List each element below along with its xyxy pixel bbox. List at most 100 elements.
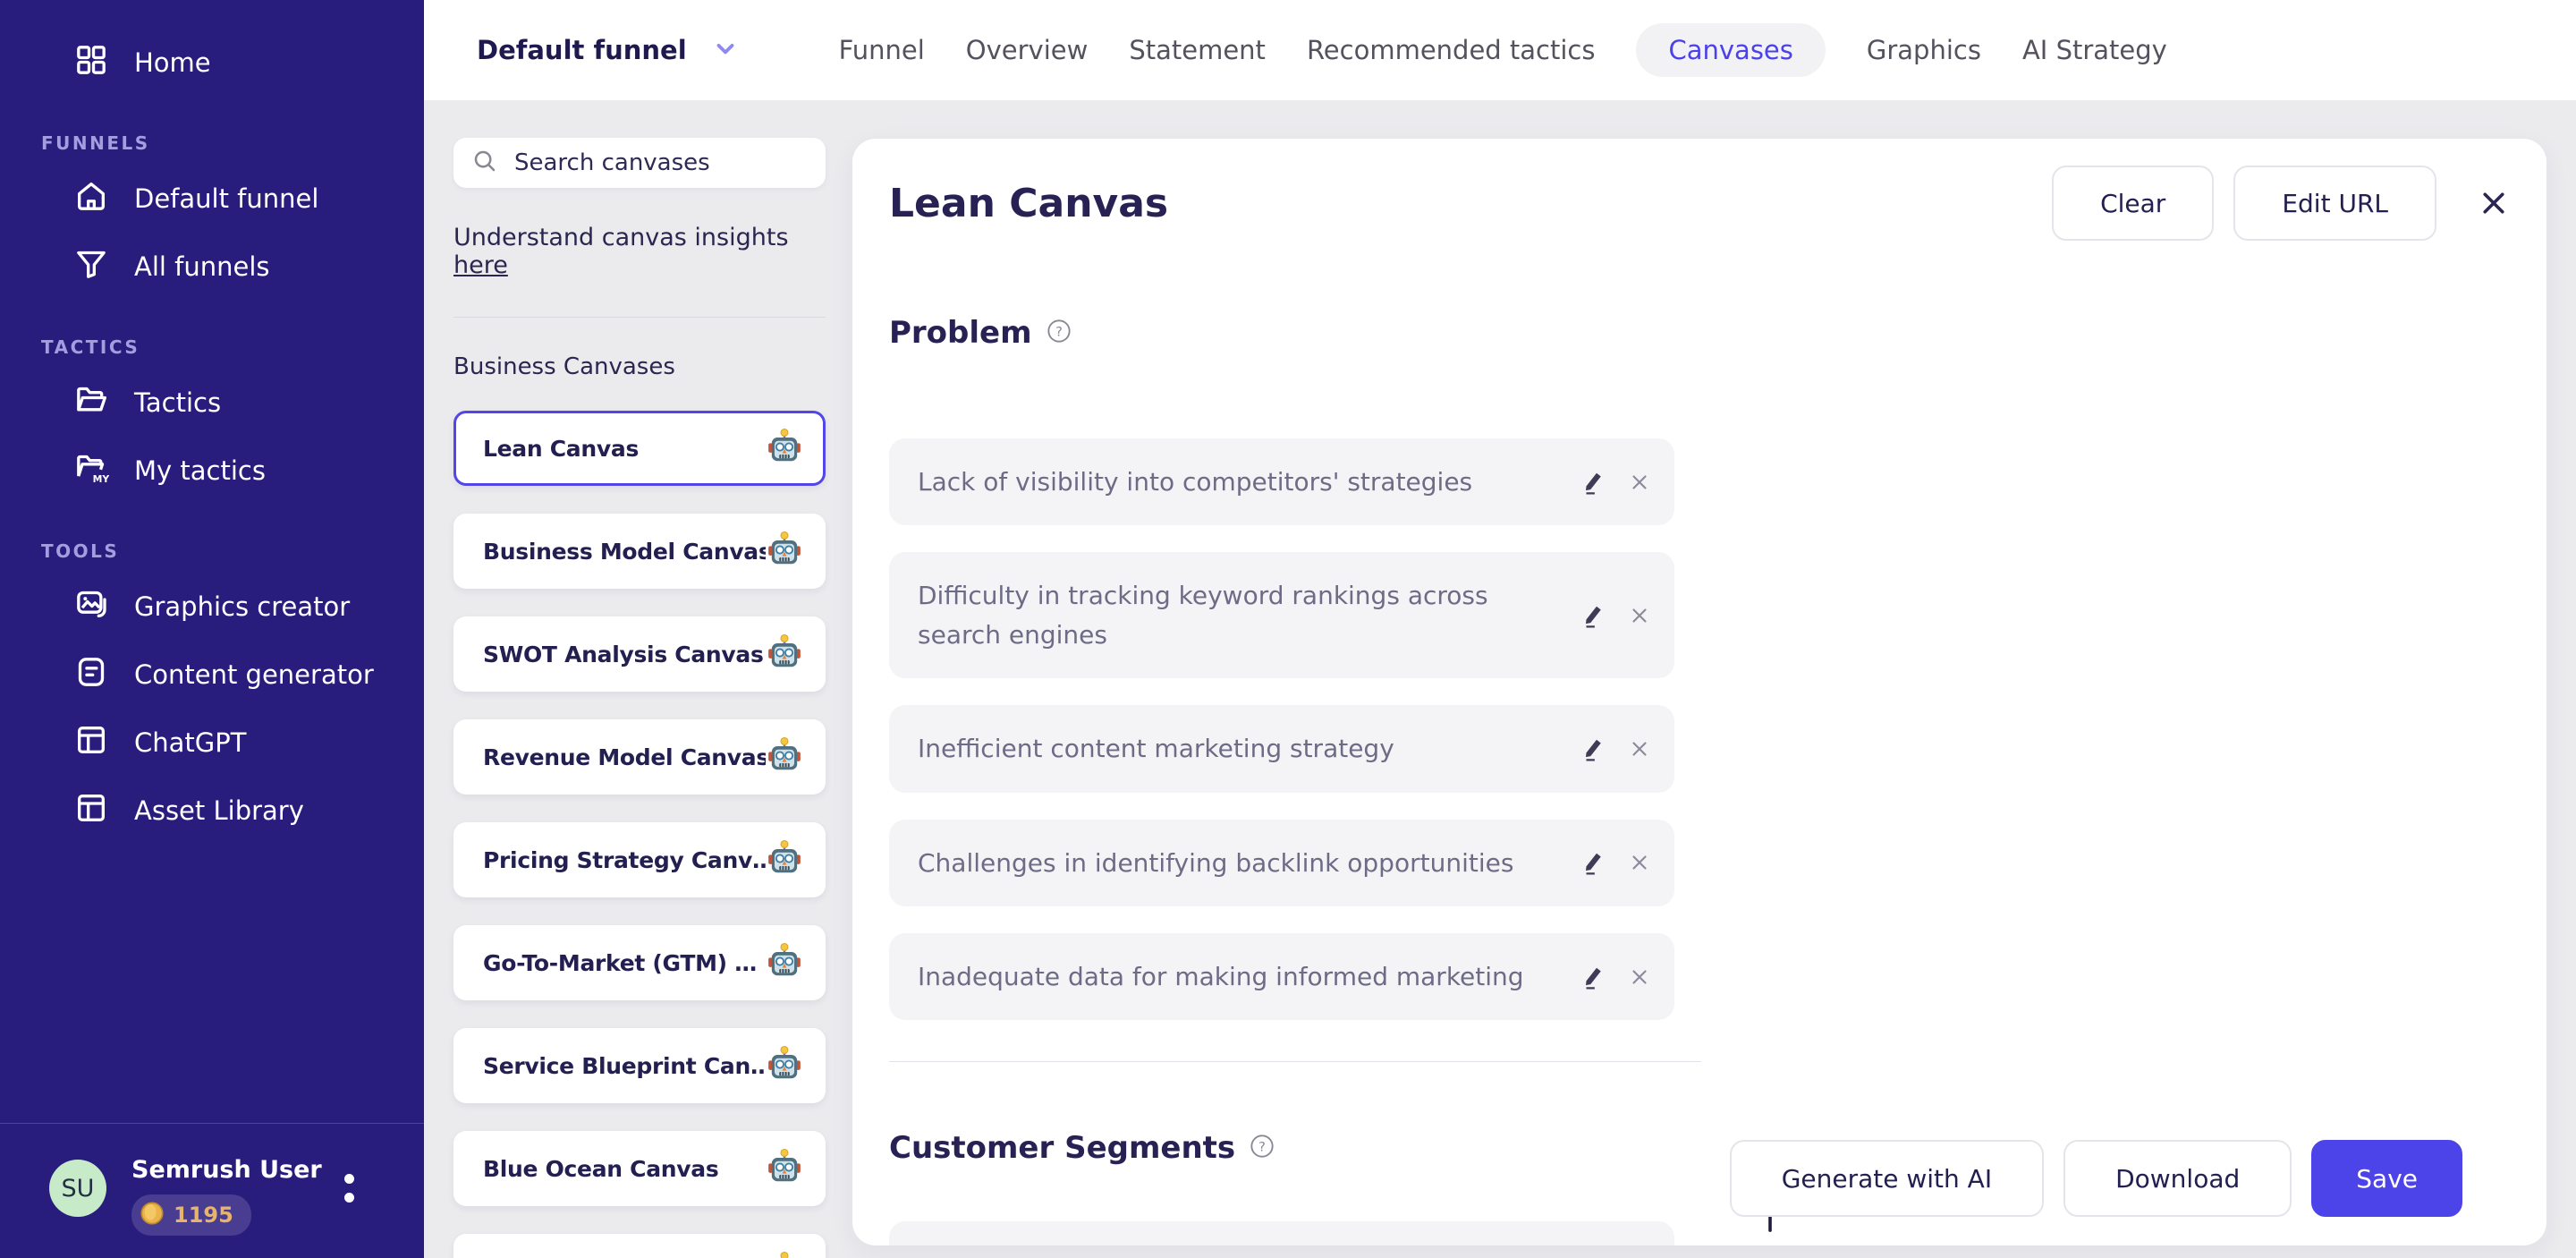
credits-count: 1195 [174, 1203, 233, 1228]
divider [453, 317, 826, 318]
sidebar-item-label: Tactics [134, 387, 222, 418]
robot-icon [766, 633, 803, 675]
remove-x-icon[interactable] [1628, 471, 1651, 494]
robot-icon [766, 1148, 803, 1189]
robot-icon [766, 839, 803, 880]
window-layout-icon [73, 790, 109, 832]
remove-x-icon[interactable] [1628, 851, 1651, 874]
robot-icon [766, 736, 803, 778]
field-item: Challenges in identifying backlink oppor… [889, 819, 1674, 906]
help-icon[interactable]: ? [1250, 1134, 1275, 1162]
sidebar-item-graphics-creator[interactable]: Graphics creator [0, 573, 424, 641]
folder-my-icon: MY [73, 450, 109, 492]
robot-icon [766, 428, 803, 469]
search-icon [471, 148, 498, 178]
insights-note: Understand canvas insights here [453, 224, 789, 279]
folder-open-icon [73, 382, 109, 424]
canvas-card-red-ocean[interactable]: Red Ocean Canvas [453, 1234, 826, 1258]
sidebar-item-content-generator[interactable]: Content generator [0, 641, 424, 709]
sidebar-item-my-tactics[interactable]: MY My tactics [0, 437, 424, 505]
tab-funnel[interactable]: Funnel [839, 23, 925, 77]
edit-pencil-icon[interactable] [1580, 964, 1606, 990]
svg-text:?: ? [1055, 324, 1063, 339]
image-icon [73, 586, 109, 628]
funnel-selector-label: Default funnel [477, 35, 687, 65]
sidebar-item-label: Graphics creator [134, 591, 351, 622]
remove-x-icon[interactable] [1628, 737, 1651, 761]
sidebar-item-label: Home [134, 47, 211, 78]
generate-with-ai-button[interactable]: Generate with AI [1729, 1140, 2045, 1217]
robot-icon [766, 1045, 803, 1086]
section-title-problem: Problem [889, 315, 1032, 351]
sidebar-item-label: Content generator [134, 659, 374, 690]
canvas-card-swot[interactable]: SWOT Analysis Canvas [453, 616, 826, 692]
section-divider [889, 1061, 1701, 1063]
edit-pencil-icon[interactable] [1580, 469, 1606, 496]
remove-x-icon[interactable] [1628, 965, 1651, 989]
canvas-editor-content: Problem ? Lack of visibility into compet… [852, 139, 2546, 1245]
download-button[interactable]: Download [2063, 1140, 2292, 1217]
robot-icon [766, 1251, 803, 1258]
sidebar-item-label: ChatGPT [134, 727, 247, 758]
help-icon[interactable]: ? [1046, 319, 1072, 347]
funnel-selector-dropdown[interactable]: Default funnel [477, 35, 739, 65]
coin-icon [140, 1201, 165, 1229]
tab-statement[interactable]: Statement [1129, 23, 1266, 77]
canvas-card-business-model[interactable]: Business Model Canvas [453, 514, 826, 589]
credits-badge[interactable]: 1195 [131, 1194, 251, 1236]
remove-x-icon[interactable] [1628, 604, 1651, 627]
field-item: Lack of visibility into competitors' str… [889, 438, 1674, 526]
sidebar-item-label: My tactics [134, 455, 266, 486]
funnel-icon [73, 246, 109, 288]
edit-pencil-icon[interactable] [1580, 849, 1606, 876]
canvas-card-revenue-model[interactable]: Revenue Model Canvas [453, 719, 826, 795]
segments-field-list: Digital marketers of various skill level… [889, 1221, 1674, 1245]
canvas-card-list: Lean Canvas Business Model Canvas SWOT A… [453, 411, 826, 1258]
robot-icon [766, 942, 803, 983]
sidebar-item-label: Asset Library [134, 795, 304, 826]
sidebar-item-asset-library[interactable]: Asset Library [0, 777, 424, 845]
chevron-down-icon [712, 35, 739, 65]
problem-section-header: Problem ? [889, 315, 2510, 351]
home-icon [73, 178, 109, 220]
field-item: Difficulty in tracking keyword rankings … [889, 552, 1674, 679]
tab-overview[interactable]: Overview [966, 23, 1089, 77]
sidebar-item-label: Default funnel [134, 183, 319, 214]
avatar[interactable]: SU [49, 1160, 106, 1217]
edit-pencil-icon[interactable] [1580, 735, 1606, 762]
sidebar-item-label: All funnels [134, 251, 270, 282]
canvas-group-label: Business Canvases [453, 353, 675, 380]
tab-graphics[interactable]: Graphics [1867, 23, 1981, 77]
grid-icon [73, 42, 109, 84]
svg-text:MY: MY [93, 472, 109, 484]
canvas-list-panel: Understand canvas insights here Business… [453, 138, 826, 1258]
canvas-card-lean-canvas[interactable]: Lean Canvas [453, 411, 826, 486]
tab-recommended-tactics[interactable]: Recommended tactics [1307, 23, 1596, 77]
user-menu-kebab-icon[interactable] [331, 1174, 367, 1228]
sidebar-item-chatgpt[interactable]: ChatGPT [0, 709, 424, 777]
tab-ai-strategy[interactable]: AI Strategy [2022, 23, 2167, 77]
canvas-card-service-blueprint[interactable]: Service Blueprint Can… [453, 1028, 826, 1103]
search-box [453, 138, 826, 188]
sidebar-item-tactics[interactable]: Tactics [0, 369, 424, 437]
sidebar: Home FUNNELS Default funnel All funnels … [0, 0, 424, 1258]
field-item: Inadequate data for making informed mark… [889, 932, 1674, 1021]
search-input[interactable] [514, 149, 808, 176]
sidebar-item-all-funnels[interactable]: All funnels [0, 233, 424, 301]
window-layout-icon [73, 722, 109, 764]
canvas-card-gtm[interactable]: Go-To-Market (GTM) … [453, 925, 826, 1000]
sidebar-section-tools: TOOLS [41, 540, 120, 562]
sidebar-item-default-funnel[interactable]: Default funnel [0, 165, 424, 233]
svg-text:?: ? [1258, 1140, 1266, 1155]
sidebar-item-home[interactable]: Home [0, 29, 424, 97]
edit-pencil-icon[interactable] [1580, 602, 1606, 629]
canvas-card-blue-ocean[interactable]: Blue Ocean Canvas [453, 1131, 826, 1206]
lean-canvas-editor-panel: Lean Canvas Clear Edit URL Problem ? Lac… [852, 139, 2546, 1245]
save-button[interactable]: Save [2311, 1140, 2462, 1217]
robot-icon [766, 531, 803, 572]
tab-canvases[interactable]: Canvases [1636, 23, 1826, 77]
sidebar-section-tactics: TACTICS [41, 336, 140, 358]
user-name: Semrush User [131, 1156, 322, 1184]
insights-link[interactable]: here [453, 251, 508, 279]
canvas-card-pricing-strategy[interactable]: Pricing Strategy Canv… [453, 822, 826, 897]
